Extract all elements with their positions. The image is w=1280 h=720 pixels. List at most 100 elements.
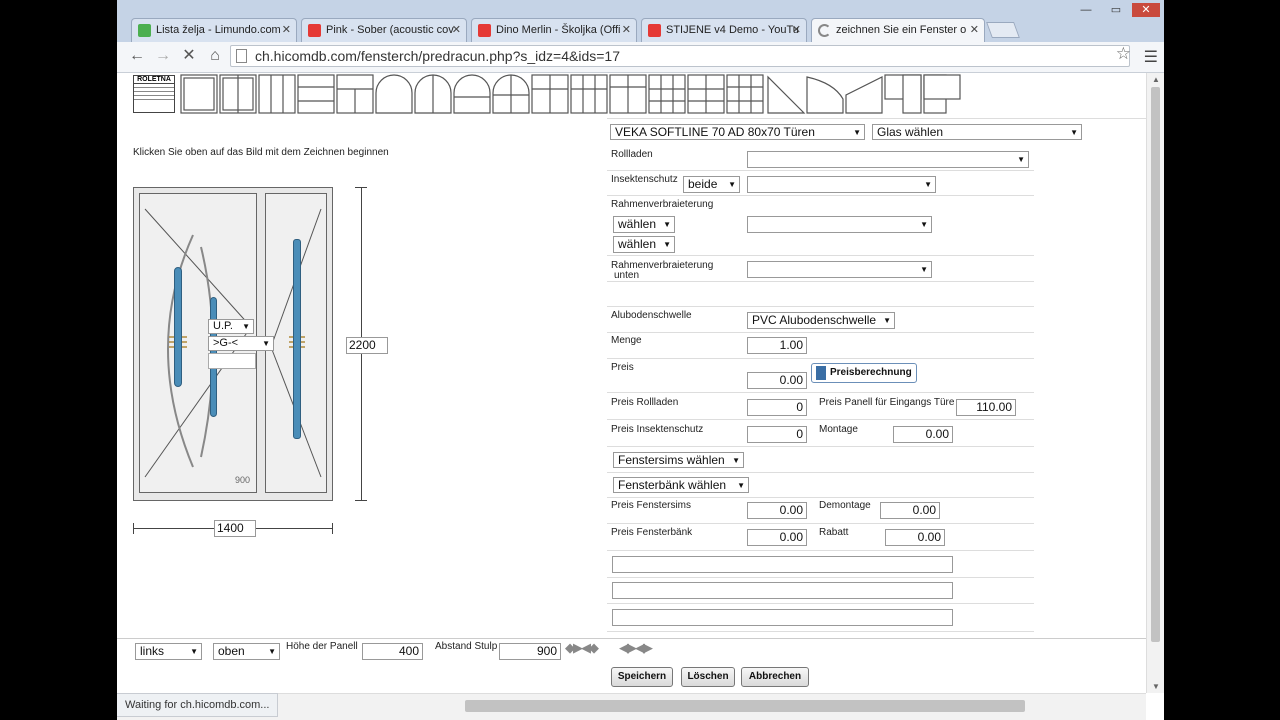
rahmen-unten-select[interactable]: [747, 261, 932, 278]
door-drawing[interactable]: 900 U.P. >G-<: [133, 187, 333, 501]
page-content: ROLETNA VEKA SOFTLINE 70 AD 80x70 Türen …: [117, 73, 1146, 693]
tab-label: STIJENE v4 Demo - YouTu: [666, 24, 799, 36]
roletna-shape-button[interactable]: ROLETNA: [133, 75, 175, 113]
shape-arch[interactable]: [375, 74, 413, 114]
shape-transom-split[interactable]: [336, 74, 374, 114]
shape-bay-right[interactable]: [923, 74, 961, 114]
preis-fensterbank-label: Preis Fensterbänk: [611, 527, 693, 538]
shape-triangle[interactable]: [767, 75, 806, 114]
close-tab-icon[interactable]: ✕: [452, 19, 461, 42]
note-input-2[interactable]: [612, 582, 953, 599]
address-bar[interactable]: ch.hicomdb.com/fensterch/predracun.php?s…: [230, 44, 1131, 67]
shape-bay-left[interactable]: [884, 74, 922, 114]
speichern-button[interactable]: Speichern: [611, 667, 673, 687]
maximize-icon[interactable]: ▭: [1102, 3, 1130, 17]
shape-slanted[interactable]: [845, 76, 883, 114]
scroll-up-icon[interactable]: ▲: [1147, 75, 1164, 84]
shape-three-sash[interactable]: [258, 74, 296, 114]
fenstersims-select[interactable]: Fenstersims wählen: [613, 452, 744, 468]
abbrechen-button[interactable]: Abbrechen: [741, 667, 809, 687]
calculator-icon: [816, 366, 826, 380]
fensterbank-select[interactable]: Fensterbänk wählen: [613, 477, 749, 493]
profile-select[interactable]: VEKA SOFTLINE 70 AD 80x70 Türen: [610, 124, 865, 140]
tab-stijene[interactable]: STIJENE v4 Demo - YouTu ✕: [641, 18, 807, 42]
alubodenschwelle-label: Alubodenschwelle: [611, 310, 692, 321]
preis-panell-input[interactable]: 110.00: [956, 399, 1016, 416]
preisberechnung-button[interactable]: Preisberechnung: [811, 363, 917, 383]
vertical-scrollbar[interactable]: ▲ ▼: [1146, 73, 1164, 693]
title-bar: — ▭ ✕ Lista želja - Limundo.com ✕ Pink -…: [117, 0, 1164, 42]
menge-input[interactable]: 1.00: [747, 337, 807, 354]
back-arrow-icon[interactable]: ←: [127, 46, 147, 66]
close-tab-icon[interactable]: ✕: [282, 19, 291, 42]
bookmark-star-icon[interactable]: ☆: [1116, 44, 1131, 64]
glass-select[interactable]: Glas wählen: [872, 124, 1082, 140]
shape-two-sash[interactable]: [219, 74, 257, 114]
close-tab-icon[interactable]: ✕: [970, 19, 979, 42]
rollladen-select[interactable]: [747, 151, 1029, 168]
hinge-side-select[interactable]: links: [135, 643, 202, 660]
rahmen-select-2[interactable]: wählen: [613, 236, 675, 253]
shift-right-arrows-icon[interactable]: ◀▶◀▶: [619, 640, 653, 656]
note-input-1[interactable]: [612, 556, 953, 573]
insektenschutz-select[interactable]: [747, 176, 936, 193]
scroll-down-icon[interactable]: ▼: [1147, 682, 1164, 691]
shape-arch-transom[interactable]: [453, 74, 491, 114]
preis-insektenschutz-label: Preis Insektenschutz: [611, 424, 704, 435]
rabatt-input[interactable]: 0.00: [885, 529, 945, 546]
shape-grid-4[interactable]: [531, 74, 569, 114]
demontage-label: Demontage: [819, 500, 871, 511]
forward-arrow-icon[interactable]: →: [153, 46, 173, 66]
position-select[interactable]: oben: [213, 643, 280, 660]
close-window-icon[interactable]: ✕: [1132, 3, 1160, 17]
shape-grid-5[interactable]: [687, 74, 725, 114]
rahmen-select-1[interactable]: wählen: [613, 216, 675, 233]
up-select[interactable]: U.P.: [208, 319, 254, 334]
minimize-icon[interactable]: —: [1072, 3, 1100, 17]
tab-zeichnen-active[interactable]: zeichnen Sie ein Fenster o ✕: [811, 18, 985, 42]
insektenschutz-side-select[interactable]: beide: [683, 176, 740, 193]
alubodenschwelle-select[interactable]: PVC Alubodenschwelle: [747, 312, 895, 329]
rahmen-value-select[interactable]: [747, 216, 932, 233]
horizontal-scroll-thumb[interactable]: [465, 700, 1025, 712]
shape-single-frame[interactable]: [180, 74, 218, 114]
shape-transom[interactable]: [297, 74, 335, 114]
montage-input[interactable]: 0.00: [893, 426, 953, 443]
new-tab-button[interactable]: [986, 22, 1020, 38]
demontage-input[interactable]: 0.00: [880, 502, 940, 519]
preisberechnung-label: Preisberechnung: [830, 367, 912, 378]
tab-dino-merlin[interactable]: Dino Merlin - Školjka (Offi ✕: [471, 18, 637, 42]
abstand-stulp-input[interactable]: 900: [499, 643, 561, 660]
door-extra-input[interactable]: [208, 353, 256, 369]
shape-arch-split[interactable]: [414, 74, 452, 114]
tab-limundo[interactable]: Lista želja - Limundo.com ✕: [131, 18, 297, 42]
g-select[interactable]: >G-<: [208, 336, 274, 351]
tab-pink-sober[interactable]: Pink - Sober (acoustic cov ✕: [301, 18, 467, 42]
tab-label: Pink - Sober (acoustic cov: [326, 24, 454, 36]
height-input[interactable]: 2200: [346, 337, 388, 354]
chrome-menu-icon[interactable]: ☰: [1144, 47, 1158, 67]
shape-grid-6[interactable]: [648, 74, 686, 114]
preis-input[interactable]: 0.00: [747, 372, 807, 389]
shape-grid-2[interactable]: [609, 74, 647, 114]
preis-fensterbank-input[interactable]: 0.00: [747, 529, 807, 546]
stop-loading-icon[interactable]: ✕: [179, 46, 199, 66]
hoehe-panell-input[interactable]: 400: [362, 643, 423, 660]
home-icon[interactable]: ⌂: [205, 46, 225, 66]
shape-grid-9[interactable]: [726, 74, 764, 114]
youtube-favicon-icon: [648, 24, 661, 37]
door-size-label: 900: [235, 475, 251, 485]
preis-fenstersims-input[interactable]: 0.00: [747, 502, 807, 519]
shape-grid-3[interactable]: [570, 74, 608, 114]
close-tab-icon[interactable]: ✕: [622, 19, 631, 42]
close-tab-icon[interactable]: ✕: [792, 19, 801, 42]
width-input[interactable]: 1400: [214, 520, 256, 537]
loeschen-button[interactable]: Löschen: [681, 667, 735, 687]
vertical-scroll-thumb[interactable]: [1151, 87, 1160, 642]
preis-insektenschutz-input[interactable]: 0: [747, 426, 807, 443]
preis-rollladen-input[interactable]: 0: [747, 399, 807, 416]
shift-left-arrows-icon[interactable]: ◆▶◀◆: [565, 640, 599, 656]
shape-trapezoid-arc[interactable]: [806, 76, 844, 114]
note-input-3[interactable]: [612, 609, 953, 626]
shape-arch-cross[interactable]: [492, 74, 530, 114]
